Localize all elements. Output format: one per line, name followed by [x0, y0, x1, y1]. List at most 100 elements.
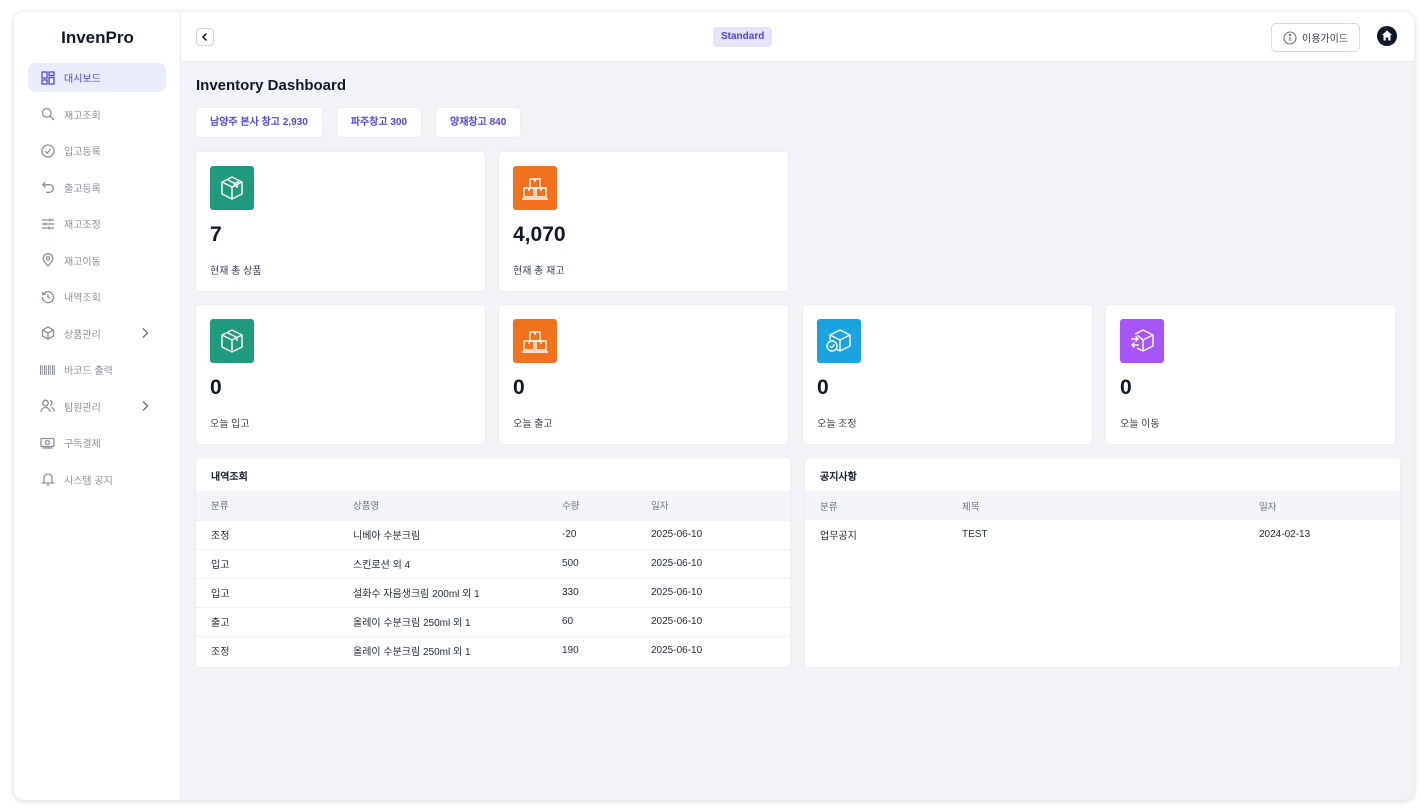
stat-value: 0: [210, 376, 222, 399]
cell-title[interactable]: TEST: [947, 520, 1244, 549]
boxes-stack-icon: [513, 319, 557, 363]
sidebar: InvenPro 대시보드 재고조회 입고등록 출고등록 재고조정 재고이동 내…: [14, 12, 181, 800]
sidebar-item-stock-lookup[interactable]: 재고조회: [28, 100, 166, 129]
warehouse-chip[interactable]: 양재창고 840: [436, 108, 521, 137]
column-header: 일자: [1259, 501, 1277, 513]
cell-date: 2025-06-10: [636, 519, 790, 549]
sidebar-item-adjust[interactable]: 재고조정: [28, 209, 166, 238]
cell-qty: 60: [547, 606, 636, 636]
sidebar-item-outbound[interactable]: 출고등록: [28, 173, 166, 202]
package-transfer-icon: [1120, 319, 1164, 363]
notices-panel: 공지사항 분류 제목 일자 업무공지 TEST 2024-02-13: [805, 458, 1400, 667]
sidebar-item-label: 시스템 공지: [64, 475, 113, 487]
cell-product: 니베아 수분크림: [338, 519, 547, 549]
package-check-icon: [817, 319, 861, 363]
column-header: 일자: [651, 501, 669, 513]
cell-date: 2025-06-10: [636, 635, 790, 665]
panel-title: 공지사항: [820, 472, 857, 483]
cell-product: 스킨로션 외 4: [338, 548, 547, 578]
column-header: 상품명: [353, 501, 380, 513]
sidebar-item-products[interactable]: 상품관리: [28, 319, 166, 348]
stat-value: 7: [210, 223, 222, 246]
sidebar-item-inbound[interactable]: 입고등록: [28, 136, 166, 165]
cell-category: 업무공지: [820, 531, 857, 542]
home-icon[interactable]: [1377, 26, 1397, 46]
sidebar-item-label: 재고조정: [64, 220, 101, 231]
cell-type: 입고: [196, 577, 338, 607]
package-icon: [210, 166, 254, 210]
table-row[interactable]: 입고 설화수 자음생크림 200ml 외 1 330 2025-06-10: [196, 577, 790, 607]
chevron-right-icon: [142, 327, 149, 338]
table-row[interactable]: 조정 올레이 수분크림 250ml 외 1 190 2025-06-10: [196, 635, 790, 665]
cell-qty: 500: [547, 548, 636, 578]
sidebar-item-subscription[interactable]: 구독결제: [28, 428, 166, 457]
cell-type: 출고: [196, 606, 338, 636]
column-header: 분류: [211, 501, 229, 513]
cell-product: 올레이 수분크림 250ml 외 1: [338, 606, 547, 636]
box-icon: [40, 326, 55, 341]
top-bar: Standard 이용가이드: [181, 12, 1414, 62]
table-row[interactable]: 입고 스킨로션 외 4 500 2025-06-10: [196, 548, 790, 578]
sidebar-item-label: 상품관리: [64, 329, 101, 341]
sidebar-item-label: 출고등록: [64, 183, 101, 195]
sidebar-item-members[interactable]: 팀원관리: [28, 392, 166, 421]
cell-product: 설화수 자음생크림 200ml 외 1: [338, 577, 547, 607]
history-icon: [40, 289, 55, 304]
stat-label: 오늘 이동: [1120, 419, 1160, 430]
stat-card-today-outbound: 0 오늘 출고: [499, 305, 788, 444]
column-header: 분류: [820, 501, 838, 513]
dashboard-icon: [40, 70, 55, 85]
sidebar-item-transfer[interactable]: 재고이동: [28, 246, 166, 275]
stat-label: 현재 총 재고: [513, 266, 565, 277]
collapse-sidebar-button[interactable]: [196, 28, 214, 46]
sidebar-item-label: 구독결제: [64, 439, 101, 450]
column-header: 제목: [962, 501, 980, 513]
stat-value: 0: [513, 376, 525, 399]
check-circle-icon: [40, 143, 55, 158]
sidebar-item-label: 바코드 출력: [64, 366, 113, 377]
table-header-row: 분류 상품명 수량 일자: [196, 491, 790, 520]
cell-date: 2025-06-10: [636, 606, 790, 636]
stat-value: 4,070: [513, 223, 566, 246]
stat-label: 오늘 조정: [817, 419, 857, 430]
cell-product: 올레이 수분크림 250ml 외 1: [338, 635, 547, 665]
table-row[interactable]: 업무공지 TEST 2024-02-13: [805, 520, 1400, 549]
cell-date: 2025-06-10: [636, 548, 790, 578]
sidebar-item-dashboard[interactable]: 대시보드: [28, 63, 166, 92]
stat-label: 오늘 입고: [210, 419, 250, 430]
sidebar-nav: 대시보드 재고조회 입고등록 출고등록 재고조정 재고이동 내역조회 상품관리 …: [28, 63, 166, 501]
sidebar-item-label: 재고이동: [64, 256, 101, 268]
bell-icon: [40, 472, 55, 487]
brand-logo[interactable]: InvenPro: [14, 28, 181, 48]
warehouse-chip[interactable]: 파주창고 300: [336, 108, 422, 137]
table-header-row: 분류 제목 일자: [805, 491, 1400, 520]
cell-date: 2024-02-13: [1259, 529, 1311, 540]
sidebar-item-history[interactable]: 내역조회: [28, 282, 166, 311]
cell-qty: -20: [547, 519, 636, 549]
sidebar-item-system-notice[interactable]: 시스템 공지: [28, 465, 166, 494]
stat-card-total-stock: 4,070 현재 총 재고: [499, 152, 788, 291]
table-row[interactable]: 출고 올레이 수분크림 250ml 외 1 60 2025-06-10: [196, 606, 790, 636]
chevron-right-icon: [142, 400, 149, 411]
user-guide-label: 이용가이드: [1302, 34, 1348, 45]
package-icon: [210, 319, 254, 363]
warehouse-chip[interactable]: 남양주 본사 창고 2,930: [196, 108, 322, 137]
stat-card-today-move: 0 오늘 이동: [1106, 305, 1395, 444]
table-row[interactable]: 조정 니베아 수분크림 -20 2025-06-10: [196, 519, 790, 549]
user-guide-button[interactable]: 이용가이드: [1271, 23, 1360, 52]
undo-arrow-icon: [40, 180, 55, 195]
sidebar-item-label: 팀원관리: [64, 402, 101, 414]
stat-label: 오늘 출고: [513, 419, 553, 430]
boxes-stack-icon: [513, 166, 557, 210]
sidebar-item-barcode[interactable]: 바코드 출력: [28, 355, 166, 384]
sidebar-item-label: 입고등록: [64, 147, 101, 158]
app-window: InvenPro 대시보드 재고조회 입고등록 출고등록 재고조정 재고이동 내…: [14, 12, 1414, 800]
history-table: 분류 상품명 수량 일자 조정 니베아 수분크림 -20 2025-06-10 …: [196, 491, 790, 665]
cell-type: 입고: [196, 548, 338, 578]
payment-icon: [40, 435, 55, 450]
stat-value: 0: [1120, 376, 1132, 399]
notices-table: 분류 제목 일자 업무공지 TEST 2024-02-13: [805, 491, 1400, 549]
panel-title: 내역조회: [211, 472, 248, 483]
sidebar-item-label: 대시보드: [64, 74, 101, 85]
history-panel: 내역조회 분류 상품명 수량 일자 조정 니베아 수분크림 -20 2025-0…: [196, 458, 790, 667]
